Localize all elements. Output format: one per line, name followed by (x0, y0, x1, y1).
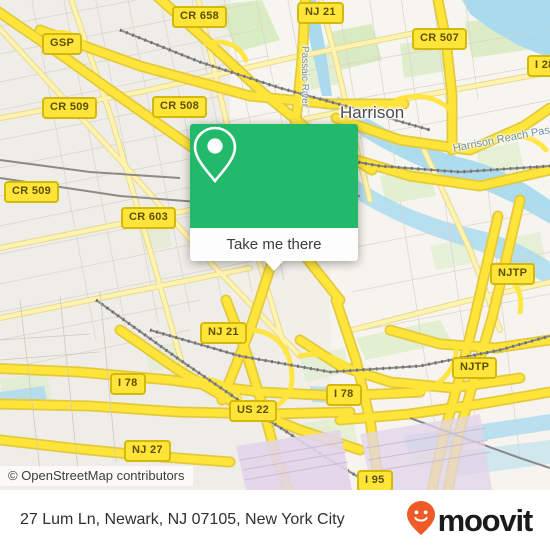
popup-pointer-tail (265, 261, 283, 271)
road-shield: CR 603 (121, 207, 177, 229)
road-shield: CR 509 (4, 181, 60, 203)
road-shield: NJ 21 (200, 322, 247, 344)
moovit-wordmark: moovit (437, 502, 534, 538)
road-shield: I 95 (357, 470, 393, 490)
water-label-passaic-river: Passaic River (299, 46, 310, 108)
take-me-there-button[interactable]: Take me there (190, 228, 358, 261)
moovit-map-screen: .land{fill:#f2efe9;} .blockfill{fill:#f7… (0, 0, 550, 550)
moovit-smiley-pin-icon (406, 500, 436, 541)
road-shield: I 78 (326, 384, 362, 406)
popup-header (190, 124, 358, 228)
map-canvas[interactable]: .land{fill:#f2efe9;} .blockfill{fill:#f7… (0, 0, 550, 490)
osm-attribution[interactable]: © OpenStreetMap contributors (0, 466, 193, 486)
road-shield: CR 658 (172, 6, 228, 28)
road-shield: CR 508 (152, 96, 208, 118)
place-label: Harrison (340, 103, 405, 122)
road-shield: CR 507 (412, 28, 468, 50)
road-shield: NJ 21 (297, 2, 344, 24)
road-shield: GSP (42, 33, 83, 55)
road-shield: NJTP (490, 263, 536, 285)
road-shield: I 78 (110, 373, 146, 395)
footer-bar: 27 Lum Ln, Newark, NJ 07105, New York Ci… (0, 490, 550, 550)
road-shield: US 22 (229, 400, 278, 422)
location-popup-card[interactable]: Take me there (190, 124, 358, 271)
road-shield: NJTP (452, 357, 498, 379)
take-me-there-label: Take me there (226, 236, 322, 253)
road-shield: NJ 27 (124, 440, 171, 462)
road-shield: CR 509 (42, 97, 98, 119)
moovit-logo[interactable]: moovit (406, 500, 534, 541)
road-shield: I 28 (527, 55, 550, 77)
address-label: 27 Lum Ln, Newark, NJ 07105, New York Ci… (20, 511, 345, 528)
